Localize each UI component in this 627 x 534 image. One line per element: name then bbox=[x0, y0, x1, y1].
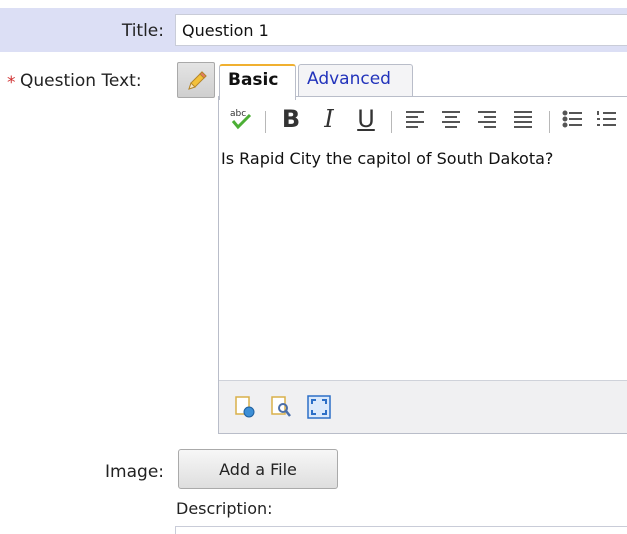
toolbar-separator bbox=[391, 111, 392, 133]
description-input[interactable] bbox=[175, 526, 627, 534]
align-right-icon[interactable] bbox=[473, 105, 501, 133]
preview-icon[interactable] bbox=[269, 395, 293, 423]
question-text-label: Question Text: bbox=[20, 71, 142, 91]
pencil-icon bbox=[188, 71, 207, 90]
rich-text-editor: abc B I U Is Rapid City the capitol of S… bbox=[218, 96, 627, 434]
tab-advanced[interactable]: Advanced bbox=[298, 64, 413, 98]
title-label: Title: bbox=[121, 21, 164, 41]
align-center-icon[interactable] bbox=[437, 105, 465, 133]
align-justify-icon[interactable] bbox=[509, 105, 537, 133]
toolbar-separator bbox=[265, 111, 266, 133]
editor-footer bbox=[219, 380, 627, 433]
underline-button[interactable]: U bbox=[351, 105, 381, 133]
italic-button[interactable]: I bbox=[315, 105, 343, 133]
image-label: Image: bbox=[105, 462, 164, 482]
spellcheck-icon[interactable]: abc bbox=[227, 105, 257, 133]
align-left-icon[interactable] bbox=[401, 105, 429, 133]
toolbar-separator bbox=[549, 111, 550, 133]
svg-text:abc: abc bbox=[230, 109, 246, 119]
title-input[interactable] bbox=[175, 14, 627, 46]
bulleted-list-icon[interactable] bbox=[559, 105, 587, 133]
editor-toolbar: abc B I U bbox=[219, 97, 627, 145]
fullscreen-icon[interactable] bbox=[307, 395, 331, 423]
editor-content[interactable]: Is Rapid City the capitol of South Dakot… bbox=[221, 149, 553, 168]
add-file-button[interactable]: Add a File bbox=[178, 449, 338, 489]
edit-pencil-button[interactable] bbox=[177, 62, 215, 98]
numbered-list-icon[interactable] bbox=[593, 105, 621, 133]
bold-button[interactable]: B bbox=[275, 105, 307, 133]
description-label: Description: bbox=[176, 499, 273, 518]
design-mode-icon[interactable] bbox=[233, 395, 257, 423]
required-marker: * bbox=[7, 73, 16, 93]
question-edit-form: Title: * Question Text: Basic Advanced a… bbox=[0, 0, 627, 534]
tab-basic[interactable]: Basic bbox=[219, 64, 296, 100]
